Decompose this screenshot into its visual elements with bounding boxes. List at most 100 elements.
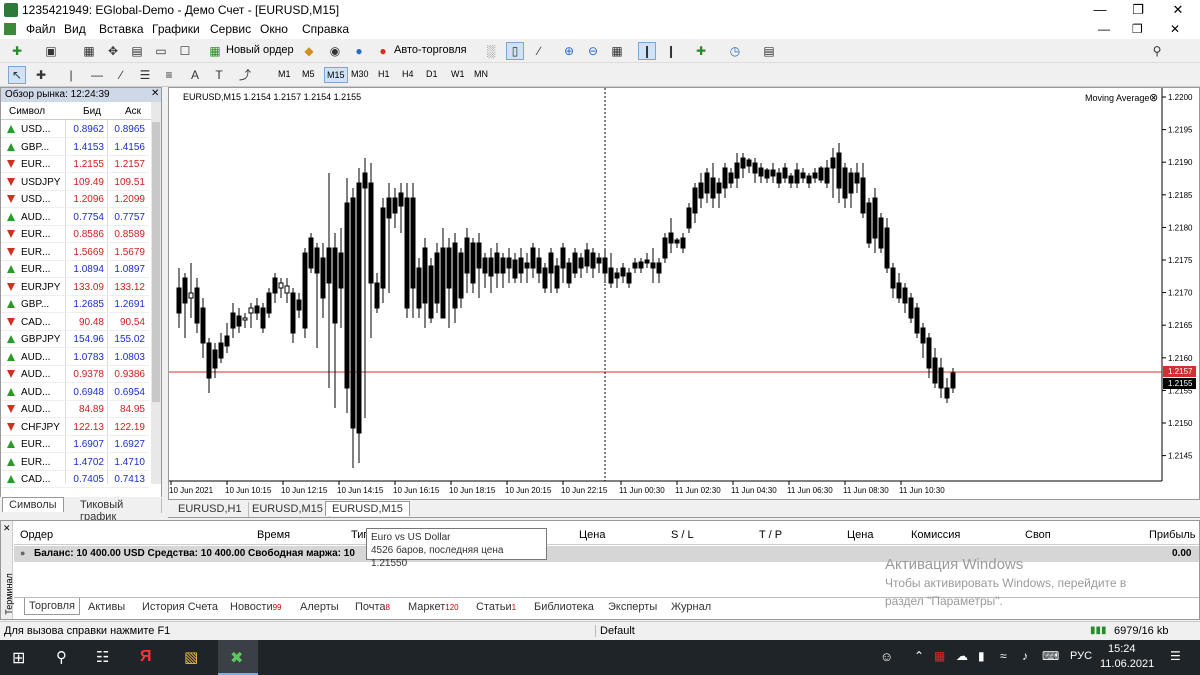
- market-watch-row[interactable]: CAD... 0.7405 0.7413: [1, 471, 149, 488]
- close-button[interactable]: ✕: [1158, 0, 1198, 20]
- terminal-tab[interactable]: История Счета: [142, 601, 218, 613]
- market-watch-row[interactable]: GBP... 1.4153 1.4156: [1, 139, 149, 156]
- autoscroll-icon[interactable]: ❙: [662, 42, 680, 60]
- new-order-button[interactable]: Новый ордер: [226, 44, 294, 56]
- language-indicator[interactable]: РУС: [1070, 650, 1092, 662]
- market-watch-row[interactable]: USDJPY 109.49 109.51: [1, 174, 149, 191]
- zoom-out-icon[interactable]: ⊖: [584, 42, 602, 60]
- menu-file[interactable]: Файл: [26, 22, 56, 36]
- wifi-icon[interactable]: ≈: [1000, 649, 1007, 663]
- menu-window[interactable]: Окно: [260, 22, 288, 36]
- chart-tab-eurusd-h1[interactable]: EURUSD,H1: [172, 502, 249, 517]
- terminal-tab[interactable]: Статьи1: [476, 601, 516, 613]
- col-swap[interactable]: Своп: [1025, 529, 1051, 541]
- vps-icon[interactable]: ●: [350, 42, 368, 60]
- taskbar-search-icon[interactable]: ⚲: [56, 648, 67, 666]
- text-icon[interactable]: A: [186, 66, 204, 84]
- market-watch-row[interactable]: EUR... 1.2155 1.2157: [1, 156, 149, 173]
- profiles-icon[interactable]: ▣: [42, 42, 60, 60]
- market-watch-row[interactable]: EUR... 1.5669 1.5679: [1, 244, 149, 261]
- volume-icon[interactable]: ♪: [1022, 649, 1028, 663]
- timeframe-mn[interactable]: MN: [474, 69, 488, 79]
- tray-app-icon[interactable]: ▦: [934, 649, 945, 663]
- periods-icon[interactable]: ◷: [726, 42, 744, 60]
- terminal-tab[interactable]: Библиотека: [534, 601, 594, 613]
- terminal-tab[interactable]: Журнал: [671, 601, 711, 613]
- menu-restore-icon[interactable]: ❐: [1132, 22, 1143, 36]
- text-label-icon[interactable]: T: [210, 66, 228, 84]
- maximize-button[interactable]: ❐: [1118, 0, 1158, 20]
- market-watch-scrollbar[interactable]: [151, 102, 161, 484]
- col-ask[interactable]: Аск: [125, 106, 141, 117]
- vertical-line-icon[interactable]: |: [62, 66, 80, 84]
- fibo-icon[interactable]: ≡: [160, 66, 178, 84]
- col-order[interactable]: Ордер: [20, 529, 53, 541]
- market-watch-row[interactable]: AUD... 1.0783 1.0803: [1, 349, 149, 366]
- new-order-icon[interactable]: ▦: [206, 42, 224, 60]
- timeframe-d1[interactable]: D1: [426, 69, 438, 79]
- market-watch-row[interactable]: AUD... 0.9378 0.9386: [1, 366, 149, 383]
- keyboard-icon[interactable]: ⌨: [1042, 649, 1059, 663]
- data-window-icon[interactable]: ▤: [128, 42, 146, 60]
- menu-insert[interactable]: Вставка: [99, 22, 144, 36]
- market-watch-icon[interactable]: ▦: [80, 42, 98, 60]
- menu-tools[interactable]: Сервис: [210, 22, 251, 36]
- market-watch-row[interactable]: AUD... 0.7754 0.7757: [1, 209, 149, 226]
- tab-symbols[interactable]: Символы: [2, 497, 64, 512]
- cursor-icon[interactable]: ↖: [8, 66, 26, 84]
- file-explorer-icon[interactable]: ▧: [184, 648, 198, 666]
- mt4-taskbar-icon[interactable]: ✖: [218, 640, 258, 675]
- status-profile[interactable]: Default: [595, 625, 635, 637]
- candle-chart-icon[interactable]: ▯: [506, 42, 524, 60]
- market-watch-row[interactable]: AUD... 84.89 84.95: [1, 401, 149, 418]
- horizontal-line-icon[interactable]: —: [88, 66, 106, 84]
- chart-tab-eurusd-m15-active[interactable]: EURUSD,M15: [325, 501, 410, 516]
- windows-start-icon[interactable]: ⊞: [12, 648, 25, 668]
- crosshair-icon[interactable]: ✚: [32, 66, 50, 84]
- indicator-close-icon[interactable]: ⊗: [1149, 91, 1158, 104]
- col-price[interactable]: Цена: [579, 529, 605, 541]
- arrows-icon[interactable]: ⤴: [236, 66, 254, 84]
- tester-icon[interactable]: ☐: [176, 42, 194, 60]
- chart-window[interactable]: 1.2200 1.2195 1.2190 1.2185 1.2180 1.2175 1.21…: [168, 87, 1200, 500]
- line-chart-icon[interactable]: ∕: [530, 42, 548, 60]
- tray-chevron-icon[interactable]: ⌃: [914, 649, 924, 663]
- market-watch-row[interactable]: GBPJPY 154.96 155.02: [1, 331, 149, 348]
- zoom-in-icon[interactable]: ⊕: [560, 42, 578, 60]
- terminal-tab[interactable]: Эксперты: [608, 601, 657, 613]
- col-price2[interactable]: Цена: [847, 529, 873, 541]
- terminal-tab[interactable]: Маркет120: [408, 601, 459, 613]
- market-watch-row[interactable]: USD... 0.8962 0.8965: [1, 121, 149, 138]
- clock-time[interactable]: 15:24: [1108, 643, 1136, 655]
- yandex-browser-icon[interactable]: Я: [140, 648, 152, 666]
- timeframe-h4[interactable]: H4: [402, 69, 414, 79]
- col-tp[interactable]: T / P: [759, 529, 782, 541]
- autotrading-button[interactable]: Авто-торговля: [394, 44, 467, 56]
- channel-icon[interactable]: ☰: [136, 66, 154, 84]
- tab-tick-chart[interactable]: Тиковый график: [74, 498, 162, 523]
- market-watch-row[interactable]: EUR... 1.0894 1.0897: [1, 261, 149, 278]
- chart-tab-eurusd-m15[interactable]: EURUSD,M15: [246, 502, 330, 517]
- terminal-tab[interactable]: Алерты: [300, 601, 339, 613]
- menu-help[interactable]: Справка: [302, 22, 349, 36]
- menu-close-icon[interactable]: ✕: [1170, 22, 1180, 36]
- market-watch-close-icon[interactable]: ✕: [151, 88, 159, 99]
- timeframe-h1[interactable]: H1: [378, 69, 390, 79]
- candlestick-chart[interactable]: 1.2200 1.2195 1.2190 1.2185 1.2180 1.2175 1.21…: [169, 88, 1199, 499]
- indicators-icon[interactable]: ✚: [692, 42, 710, 60]
- menu-view[interactable]: Вид: [64, 22, 86, 36]
- market-watch-row[interactable]: EURJPY 133.09 133.12: [1, 279, 149, 296]
- templates-icon[interactable]: ▤: [760, 42, 778, 60]
- market-watch-row[interactable]: EUR... 0.8586 0.8589: [1, 226, 149, 243]
- col-time[interactable]: Время: [257, 529, 290, 541]
- terminal-tab[interactable]: Новости99: [230, 601, 282, 613]
- market-watch-row[interactable]: USD... 1.2096 1.2099: [1, 191, 149, 208]
- timeframe-w1[interactable]: W1: [451, 69, 465, 79]
- col-bid[interactable]: Бид: [83, 106, 101, 117]
- terminal-tab[interactable]: Активы: [88, 601, 125, 613]
- terminal-tab[interactable]: Торговля: [24, 598, 80, 615]
- col-commission[interactable]: Комиссия: [911, 529, 960, 541]
- chart-shift-icon[interactable]: ❙: [638, 42, 656, 60]
- menu-charts[interactable]: Графики: [152, 22, 200, 36]
- col-symbol[interactable]: Символ: [9, 106, 45, 117]
